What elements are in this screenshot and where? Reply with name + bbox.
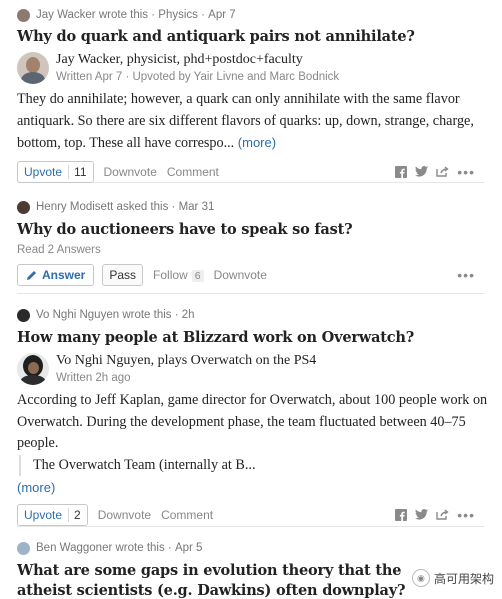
- watermark-text: 高可用架构: [433, 571, 494, 586]
- meta-topic[interactable]: Physics: [158, 9, 198, 21]
- author-credential[interactable]: Vo Nghi Nguyen, plays Overwatch on the P…: [56, 353, 316, 369]
- action-bar: Upvote 2 Downvote Comment •••: [17, 503, 475, 526]
- downvote-button[interactable]: Downvote: [214, 268, 267, 282]
- answer-body: According to Jeff Kaplan, game director …: [17, 390, 492, 499]
- share-bar: •••: [395, 507, 475, 523]
- meta-action: wrote this: [98, 9, 149, 21]
- meta-author[interactable]: Henry Modisett: [36, 201, 113, 213]
- question-title[interactable]: Why do auctioneers have to speak so fast…: [17, 220, 484, 240]
- twitter-icon[interactable]: [415, 166, 429, 177]
- pencil-icon: [27, 270, 36, 280]
- action-bar: Upvote 11 Downvote Comment •••: [17, 160, 475, 183]
- avatar[interactable]: [17, 52, 49, 84]
- follow-count: 6: [191, 270, 204, 282]
- feed-item: Vo Nghi Nguyen wrote this · 2h How many …: [17, 294, 487, 527]
- answer-author: Jay Wacker, physicist, phd+postdoc+facul…: [17, 52, 484, 84]
- question-title[interactable]: Why do quark and antiquark pairs not ann…: [17, 27, 484, 47]
- follow-button[interactable]: Follow 6: [153, 268, 204, 282]
- upvote-count: 11: [68, 164, 87, 179]
- share-icon[interactable]: [436, 509, 449, 520]
- meta-date[interactable]: 2h: [182, 309, 195, 321]
- blockquote: The Overwatch Team (internally at B...: [19, 454, 492, 476]
- downvote-button[interactable]: Downvote: [98, 508, 151, 522]
- feed-item: Henry Modisett asked this · Mar 31 Why d…: [17, 183, 484, 294]
- more-options-icon[interactable]: •••: [457, 507, 475, 523]
- comment-button[interactable]: Comment: [161, 508, 213, 522]
- answer-body: They do annihilate; however, a quark can…: [17, 89, 487, 155]
- action-bar: Answer Pass Follow 6 Downvote •••: [17, 264, 475, 286]
- more-options-icon[interactable]: •••: [457, 164, 475, 180]
- question-title[interactable]: How many people at Blizzard work on Over…: [17, 328, 484, 348]
- meta-author[interactable]: Vo Nghi Nguyen: [36, 309, 119, 321]
- meta-action: wrote this: [122, 309, 172, 321]
- story-meta: Jay Wacker wrote this · Physics · Apr 7: [17, 7, 484, 23]
- more-options-icon[interactable]: •••: [457, 267, 475, 283]
- story-meta: Ben Waggoner wrote this · Apr 5: [17, 540, 484, 556]
- upvote-count: 2: [68, 507, 81, 522]
- meta-author[interactable]: Jay Wacker: [36, 9, 96, 21]
- meta-author[interactable]: Ben Waggoner: [36, 542, 112, 554]
- facebook-icon[interactable]: [395, 508, 408, 521]
- upvote-button[interactable]: Upvote 11: [17, 160, 94, 183]
- meta-date[interactable]: Apr 5: [175, 542, 203, 554]
- meta-action: asked this: [116, 201, 169, 213]
- watermark: ◉ 高可用架构: [411, 569, 494, 587]
- upvote-label: Upvote: [24, 507, 63, 522]
- feed-item: Ben Waggoner wrote this · Apr 5 What are…: [17, 527, 484, 599]
- avatar[interactable]: [17, 308, 30, 322]
- share-icon[interactable]: [436, 166, 449, 177]
- more-link[interactable]: (more): [17, 477, 492, 499]
- read-answers-link[interactable]: Read 2 Answers: [17, 244, 484, 260]
- feed: Jay Wacker wrote this · Physics · Apr 7 …: [0, 0, 487, 599]
- more-link[interactable]: (more): [238, 135, 276, 150]
- share-bar: •••: [457, 267, 475, 283]
- meta-date[interactable]: Mar 31: [179, 201, 215, 213]
- author-credential[interactable]: Jay Wacker, physicist, phd+postdoc+facul…: [56, 52, 339, 68]
- answer-text: According to Jeff Kaplan, game director …: [17, 392, 488, 451]
- avatar[interactable]: [17, 200, 30, 214]
- avatar[interactable]: [17, 8, 30, 22]
- avatar[interactable]: [17, 541, 30, 555]
- pass-button[interactable]: Pass: [102, 264, 144, 286]
- upvote-label: Upvote: [24, 164, 63, 179]
- twitter-icon[interactable]: [415, 509, 429, 520]
- follow-label: Follow: [153, 268, 188, 282]
- answer-label: Answer: [42, 268, 86, 282]
- meta-date[interactable]: Apr 7: [208, 9, 236, 21]
- story-meta: Vo Nghi Nguyen wrote this · 2h: [17, 307, 484, 323]
- answer-author: Vo Nghi Nguyen, plays Overwatch on the P…: [17, 353, 484, 385]
- question-title[interactable]: What are some gaps in evolution theory t…: [17, 561, 437, 599]
- avatar[interactable]: [17, 353, 49, 385]
- upvote-button[interactable]: Upvote 2: [17, 503, 88, 526]
- downvote-button[interactable]: Downvote: [104, 165, 157, 179]
- share-bar: •••: [395, 164, 475, 180]
- comment-button[interactable]: Comment: [167, 165, 219, 179]
- feed-item: Jay Wacker wrote this · Physics · Apr 7 …: [17, 0, 484, 183]
- answer-button[interactable]: Answer: [17, 264, 95, 286]
- author-sub: Written 2h ago: [56, 372, 131, 384]
- author-sub: Written Apr 7 · Upvoted by Yair Livne an…: [56, 71, 340, 83]
- meta-action: wrote this: [115, 542, 165, 554]
- wechat-icon: ◉: [411, 569, 430, 587]
- story-meta: Henry Modisett asked this · Mar 31: [17, 199, 484, 215]
- facebook-icon[interactable]: [395, 165, 408, 178]
